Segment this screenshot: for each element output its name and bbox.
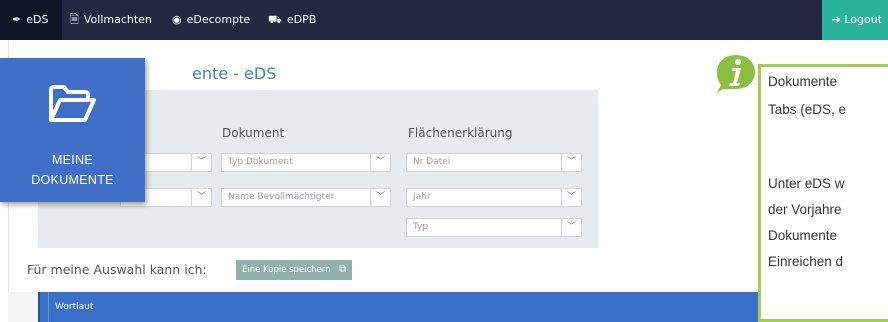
tile-label-line2: DOKUMENTE <box>31 173 114 187</box>
select-value: Typ <box>413 222 429 232</box>
nav-item-label: eDPB <box>286 13 317 26</box>
chevron-down-icon: ﹀ <box>370 189 390 206</box>
jahr-select[interactable]: Jahr ﹀ <box>406 188 582 207</box>
chevron-down-icon: ﹀ <box>370 154 390 171</box>
select-value: Typ Dokument <box>228 157 293 167</box>
nav-item-label: Vollmachten <box>83 13 152 26</box>
external-link-icon: ⧉ <box>339 264 347 275</box>
my-documents-tile[interactable]: MEINE DOKUMENTE <box>0 58 145 202</box>
save-copy-button[interactable]: Eine Kopie speichern ⧉ <box>236 260 353 280</box>
info-line-4: der Vorjahre <box>768 202 842 217</box>
column-title-dokument: Dokument <box>222 126 285 140</box>
chevron-down-icon: ﹀ <box>191 154 211 171</box>
info-line-2: Tabs (eDS, e <box>768 102 847 117</box>
chevron-down-icon: ﹀ <box>561 154 581 171</box>
nav-item-label: eDS <box>26 13 49 26</box>
nav-item-eds[interactable]: ✒ eDS <box>0 0 62 40</box>
typ-dokument-select[interactable]: Typ Dokument ﹀ <box>221 153 391 172</box>
table-left-gutter <box>8 292 38 322</box>
info-line-3: Unter eDS w <box>768 176 845 191</box>
chevron-down-icon: ﹀ <box>561 219 581 236</box>
select-value: Jahr <box>413 192 431 202</box>
column-header-wortlaut[interactable]: Wortlaut <box>48 292 93 322</box>
select-value: Nr Datei <box>413 157 451 167</box>
selection-actions-label: Für meine Auswahl kann ich: <box>27 262 207 277</box>
select-value: Name Bevollmächtigter <box>228 192 335 202</box>
chevron-down-icon: ﹀ <box>561 189 581 206</box>
info-line-1: Dokumente <box>768 74 838 89</box>
column-title-flaechenerklaerung: Flächenerklärung <box>408 126 513 140</box>
info-line-6: Einreichen d <box>768 254 844 269</box>
button-label: Eine Kopie speichern <box>242 265 331 275</box>
logout-label: Logout <box>844 13 882 26</box>
nav-item-edpb[interactable]: ⛟ eDPB <box>268 0 316 40</box>
logout-button[interactable]: ➜ Logout <box>821 0 888 40</box>
chevron-down-icon: ﹀ <box>191 189 211 206</box>
nav-item-label: eDecompte <box>186 13 251 26</box>
info-icon <box>717 55 755 93</box>
nr-datei-select[interactable]: Nr Datei ﹀ <box>406 153 582 172</box>
name-bevollmaechtigter-select[interactable]: Name Bevollmächtigter ﹀ <box>221 188 391 207</box>
nav-item-edecompte[interactable]: ◉ eDecompte <box>172 0 250 40</box>
tractor-icon: ⛟ <box>268 13 282 26</box>
logout-icon: ➜ <box>831 13 841 26</box>
nav-item-vollmachten[interactable]: 🗎 Vollmachten <box>70 0 152 40</box>
coins-icon: ◉ <box>172 13 182 26</box>
top-navbar: ✒ eDS 🗎 Vollmachten ◉ eDecompte ⛟ eDPB ➜ Log… <box>0 0 888 40</box>
document-icon: 🗎 <box>70 13 79 26</box>
leaf-icon: ✒ <box>12 13 22 26</box>
typ-select[interactable]: Typ ﹀ <box>406 218 582 237</box>
info-line-5: Dokumente <box>768 228 838 243</box>
page-title: ente - eDS <box>192 64 277 83</box>
folder-open-icon <box>49 85 96 122</box>
tile-label-line1: MEINE <box>51 153 94 167</box>
